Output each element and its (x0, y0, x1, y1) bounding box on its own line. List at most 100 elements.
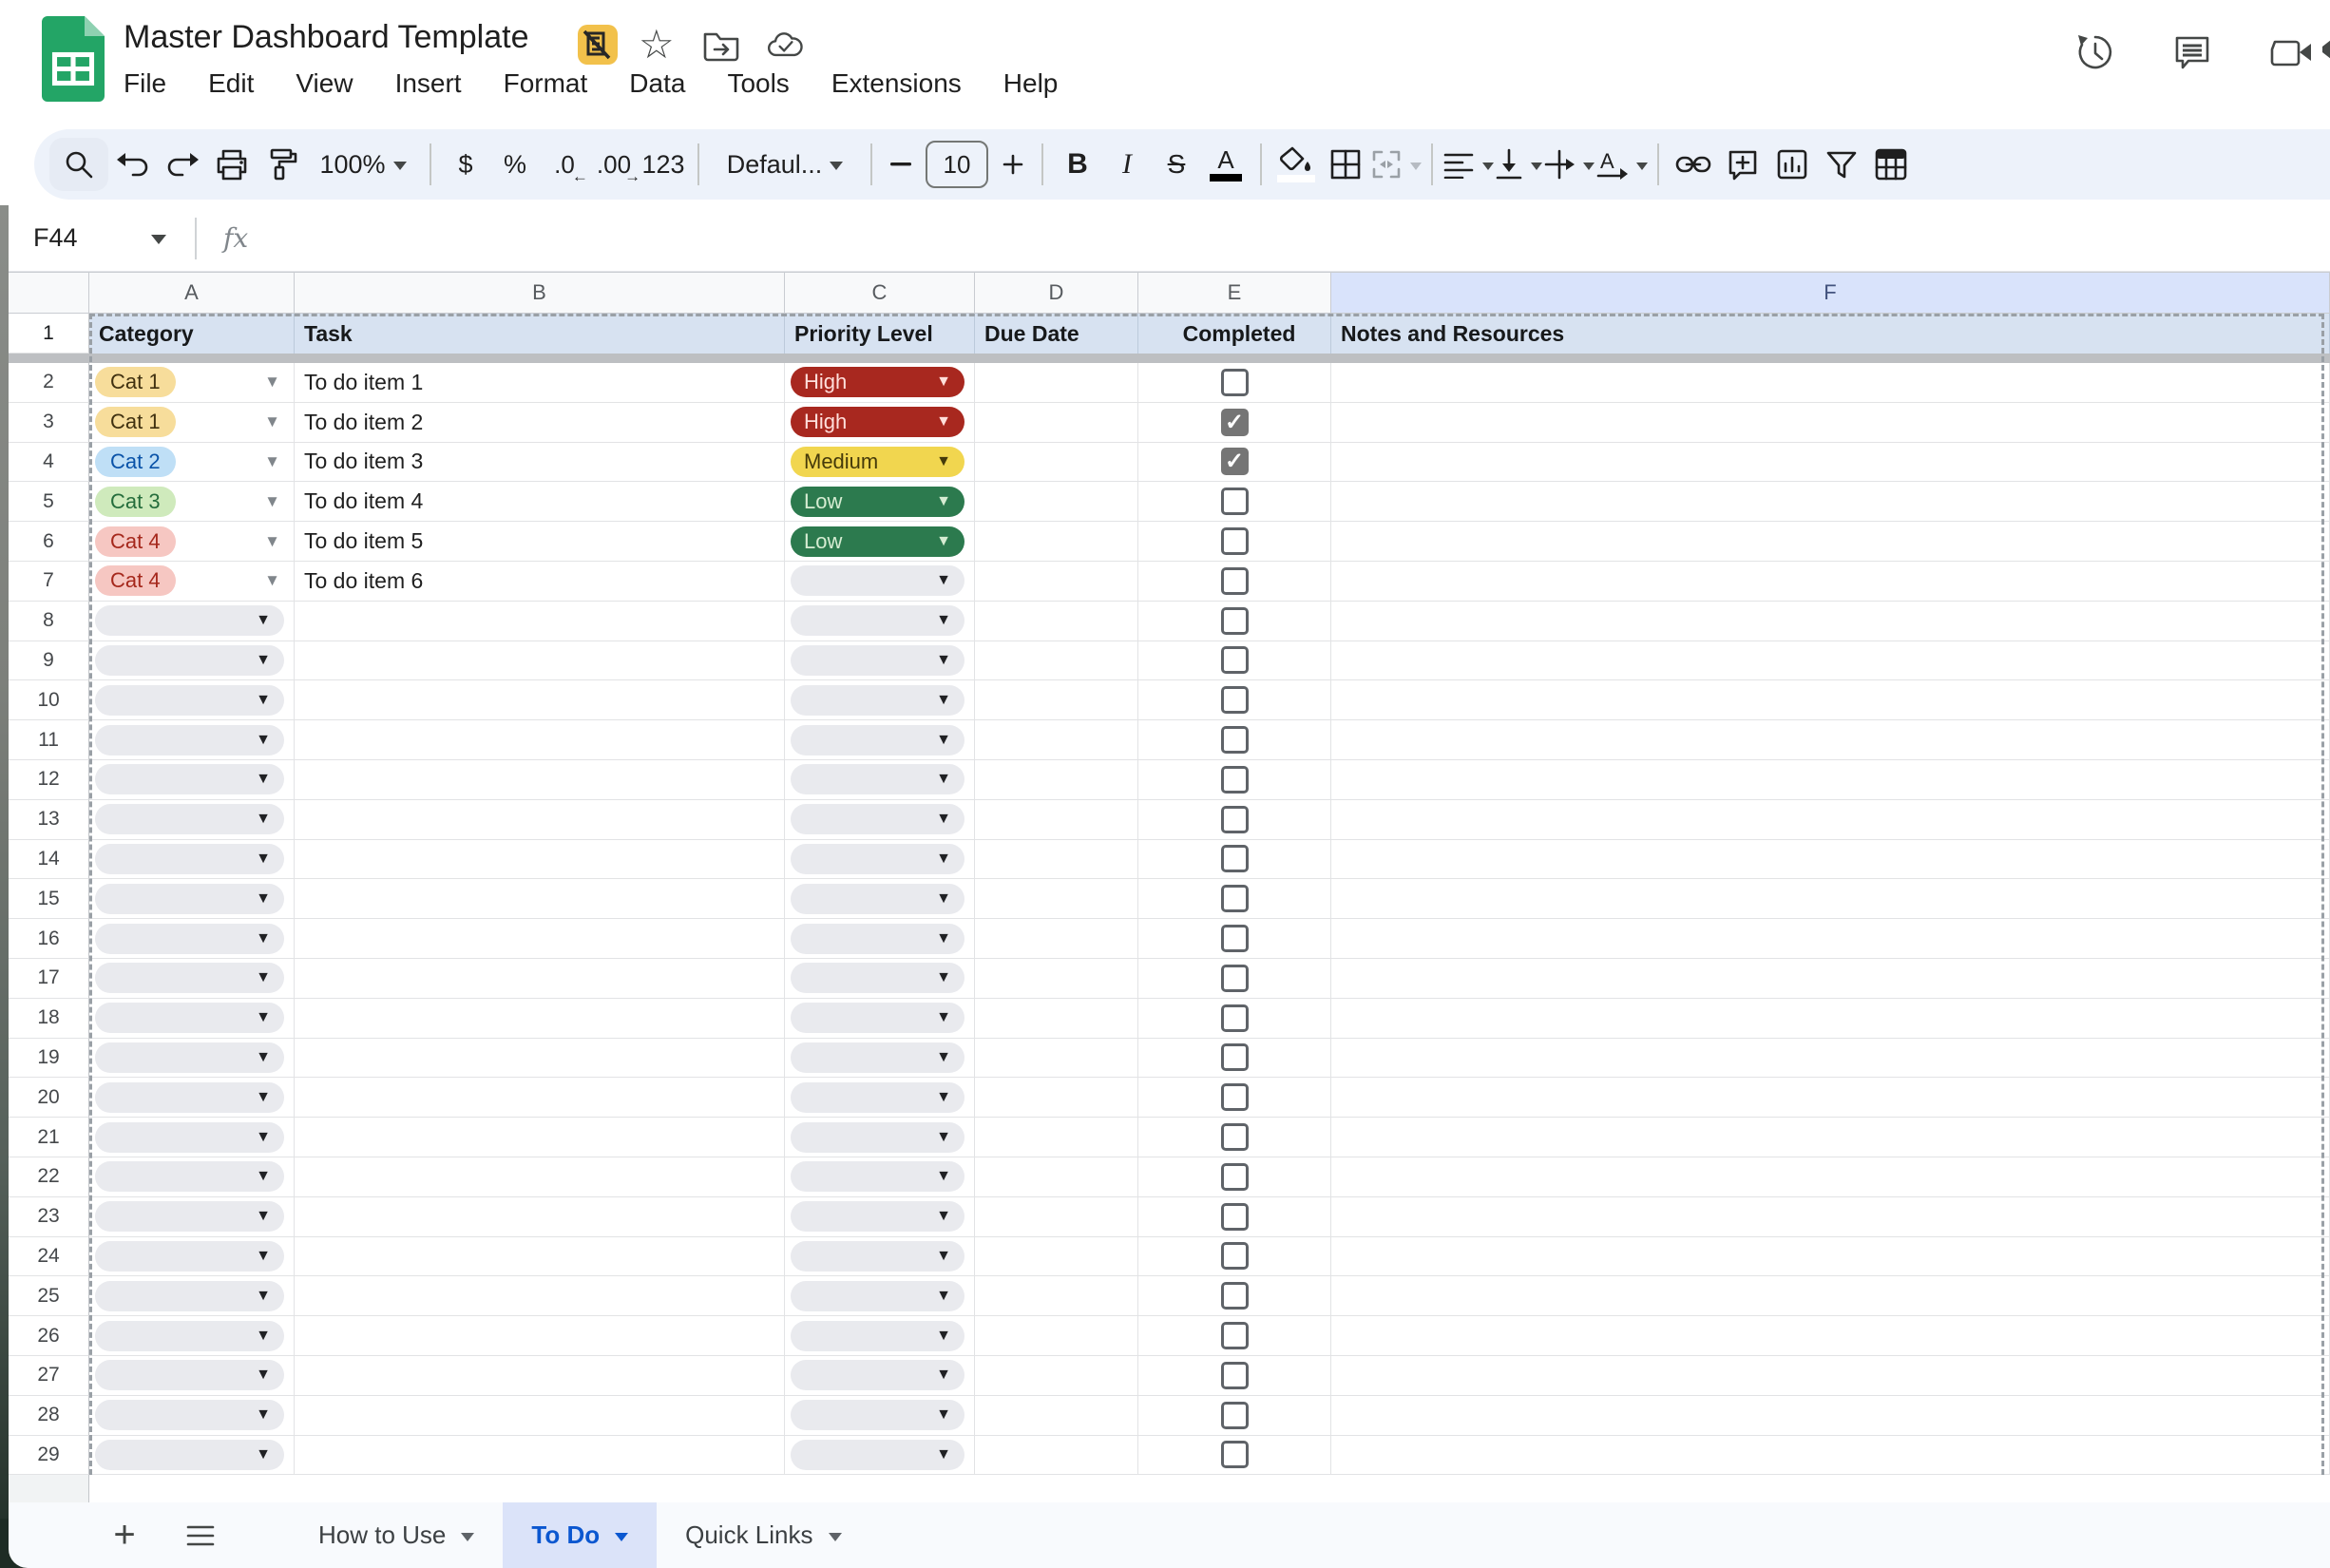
completed-cell[interactable] (1138, 522, 1331, 562)
due-date-cell[interactable] (975, 1316, 1138, 1356)
task-cell[interactable] (295, 602, 785, 641)
notes-cell[interactable] (1331, 999, 2330, 1039)
search-icon[interactable] (49, 138, 108, 191)
priority-cell[interactable]: Medium▼ (785, 443, 975, 483)
category-chip[interactable]: Cat 4 (95, 565, 176, 596)
row-header-9[interactable]: 9 (9, 641, 89, 681)
row-header-17[interactable]: 17 (9, 959, 89, 999)
empty-dropdown-chip[interactable]: ▼ (95, 844, 284, 874)
priority-cell[interactable]: ▼ (785, 680, 975, 720)
notes-cell[interactable] (1331, 1396, 2330, 1436)
empty-dropdown-chip[interactable]: ▼ (791, 685, 964, 716)
row-header-2[interactable]: 2 (9, 363, 89, 403)
task-cell[interactable] (295, 680, 785, 720)
completed-cell[interactable] (1138, 1276, 1331, 1316)
due-date-cell[interactable] (975, 443, 1138, 483)
notes-cell[interactable] (1331, 760, 2330, 800)
vertical-align-icon[interactable] (1494, 138, 1543, 191)
due-date-cell[interactable] (975, 1396, 1138, 1436)
decrease-font-size-button[interactable] (882, 138, 920, 191)
task-cell[interactable]: To do item 1 (295, 363, 785, 403)
completed-cell[interactable] (1138, 363, 1331, 403)
empty-dropdown-chip[interactable]: ▼ (791, 1042, 964, 1073)
empty-dropdown-chip[interactable]: ▼ (95, 1241, 284, 1272)
notes-cell[interactable] (1331, 1197, 2330, 1237)
empty-dropdown-chip[interactable]: ▼ (95, 1042, 284, 1073)
undo-icon[interactable] (108, 138, 158, 191)
due-date-cell[interactable] (975, 363, 1138, 403)
priority-cell[interactable]: ▼ (785, 879, 975, 919)
notes-cell[interactable] (1331, 1237, 2330, 1277)
notes-cell[interactable] (1331, 1078, 2330, 1118)
category-cell[interactable]: ▼ (89, 1237, 295, 1277)
task-cell[interactable] (295, 1316, 785, 1356)
notes-cell[interactable] (1331, 1039, 2330, 1079)
category-cell[interactable]: ▼ (89, 879, 295, 919)
row-header-13[interactable]: 13 (9, 800, 89, 840)
empty-dropdown-chip[interactable]: ▼ (791, 844, 964, 874)
notes-cell[interactable] (1331, 840, 2330, 880)
completed-cell[interactable] (1138, 959, 1331, 999)
completed-cell[interactable] (1138, 641, 1331, 681)
fill-color-icon[interactable] (1271, 138, 1321, 191)
completed-checkbox[interactable] (1221, 1402, 1249, 1429)
completed-cell[interactable] (1138, 999, 1331, 1039)
priority-chip[interactable]: Medium▼ (791, 447, 964, 477)
category-chip[interactable]: Cat 1 (95, 407, 176, 437)
grid-corner[interactable] (9, 272, 89, 314)
completed-checkbox[interactable] (1221, 845, 1249, 872)
completed-checkbox[interactable] (1221, 1043, 1249, 1071)
priority-chip[interactable]: High▼ (791, 367, 964, 397)
completed-checkbox[interactable] (1221, 1322, 1249, 1349)
notes-cell[interactable] (1331, 800, 2330, 840)
row-header-26[interactable]: 26 (9, 1316, 89, 1356)
number-format-button[interactable]: 123 (639, 138, 688, 191)
category-chip[interactable]: Cat 2 (95, 447, 176, 477)
category-cell[interactable]: ▼ (89, 840, 295, 880)
row-header-16[interactable]: 16 (9, 919, 89, 959)
comments-icon[interactable] (2170, 30, 2214, 74)
due-date-cell[interactable] (975, 522, 1138, 562)
completed-checkbox[interactable] (1221, 885, 1249, 912)
notes-cell[interactable] (1331, 720, 2330, 760)
format-percent-button[interactable]: % (490, 138, 540, 191)
completed-checkbox[interactable] (1221, 1123, 1249, 1151)
notes-cell[interactable] (1331, 1316, 2330, 1356)
priority-cell[interactable]: ▼ (785, 1316, 975, 1356)
tab-to-do[interactable]: To Do (503, 1502, 657, 1568)
completed-checkbox[interactable] (1221, 1083, 1249, 1111)
category-cell[interactable]: ▼ (89, 641, 295, 681)
completed-cell[interactable]: ✓ (1138, 443, 1331, 483)
text-wrap-icon[interactable] (1543, 138, 1595, 191)
row-header-1[interactable]: 1 (9, 314, 89, 354)
due-date-cell[interactable] (975, 1237, 1138, 1277)
zoom-select[interactable]: 100% (306, 138, 420, 191)
empty-dropdown-chip[interactable]: ▼ (95, 1440, 284, 1470)
notes-cell[interactable] (1331, 959, 2330, 999)
empty-dropdown-chip[interactable]: ▼ (791, 764, 964, 794)
empty-dropdown-chip[interactable]: ▼ (791, 1360, 964, 1390)
document-title[interactable]: Master Dashboard Template (124, 19, 528, 56)
column-header-C[interactable]: C (785, 272, 975, 314)
task-cell[interactable] (295, 720, 785, 760)
completed-cell[interactable] (1138, 879, 1331, 919)
due-date-cell[interactable] (975, 562, 1138, 602)
task-cell[interactable] (295, 641, 785, 681)
priority-cell[interactable]: ▼ (785, 641, 975, 681)
due-date-cell[interactable] (975, 1436, 1138, 1476)
empty-dropdown-chip[interactable]: ▼ (95, 1082, 284, 1113)
completed-checkbox[interactable] (1221, 1282, 1249, 1310)
completed-cell[interactable] (1138, 1039, 1331, 1079)
task-cell[interactable] (295, 1436, 785, 1476)
row-header-22[interactable]: 22 (9, 1157, 89, 1197)
completed-cell[interactable] (1138, 1237, 1331, 1277)
notes-cell[interactable] (1331, 879, 2330, 919)
format-currency-button[interactable]: $ (441, 138, 490, 191)
filter-icon[interactable] (1817, 138, 1866, 191)
category-cell[interactable]: ▼ (89, 680, 295, 720)
due-date-cell[interactable] (975, 840, 1138, 880)
empty-dropdown-chip[interactable]: ▼ (791, 1321, 964, 1351)
row-header-4[interactable]: 4 (9, 443, 89, 483)
completed-cell[interactable] (1138, 1396, 1331, 1436)
row-header-15[interactable]: 15 (9, 879, 89, 919)
